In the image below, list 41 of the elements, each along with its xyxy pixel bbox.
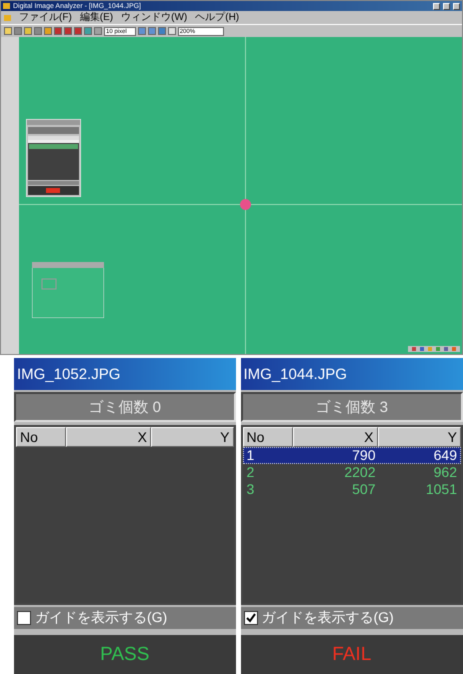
guide-label: ガイドを表示する(G) xyxy=(35,609,168,627)
menu-item[interactable]: ウィンドウ(W) xyxy=(121,12,188,24)
result-text: PASS xyxy=(100,644,150,666)
zoom-icon[interactable] xyxy=(168,27,176,35)
table-row[interactable]: 1 790 649 xyxy=(242,447,461,464)
table-cell-text: 1 xyxy=(246,448,256,463)
table-cell-text: 649 xyxy=(432,448,458,463)
count-label: ゴミ個数 3 xyxy=(240,392,463,422)
menu-item[interactable]: 編集(E) xyxy=(80,12,114,24)
table-cell-text: 2 xyxy=(246,465,256,480)
close-button[interactable] xyxy=(453,2,460,10)
column-header[interactable]: Y xyxy=(378,427,461,447)
tray-icons-drawing xyxy=(408,346,460,352)
table-cell-text: 2202 xyxy=(343,465,376,480)
table-cell-text: 790 xyxy=(351,448,376,463)
menu-item[interactable]: ヘルプ(H) xyxy=(195,12,240,24)
app-icon xyxy=(3,3,10,9)
column-header[interactable]: X xyxy=(292,427,378,447)
guide-label: ガイドを表示する(G) xyxy=(262,609,394,627)
guide-checkbox[interactable] xyxy=(17,611,31,625)
column-header[interactable]: Y xyxy=(151,427,234,447)
column-header[interactable]: No xyxy=(242,427,292,447)
column-header[interactable]: X xyxy=(66,427,151,447)
table-cell-text: 1051 xyxy=(424,482,458,497)
minimize-button[interactable] xyxy=(433,2,440,10)
column-header[interactable]: No xyxy=(16,427,66,447)
result-text: FAIL xyxy=(332,644,372,666)
guide-checkbox[interactable] xyxy=(244,611,258,625)
table-cell-text: 507 xyxy=(351,482,376,497)
mini-window-drawing xyxy=(32,262,104,318)
panel-title: IMG_1052.JPG xyxy=(14,358,236,390)
document-icon xyxy=(4,14,11,20)
table-cell-text: 3 xyxy=(246,482,256,497)
table-row[interactable]: 3 507 1051 xyxy=(242,481,461,498)
crosshair-marker xyxy=(240,199,251,210)
maximize-button[interactable] xyxy=(443,2,450,10)
menu-item[interactable]: ファイル(F) xyxy=(19,12,72,24)
table-row[interactable]: 2 2202 962 xyxy=(242,464,461,481)
panel-title: IMG_1044.JPG xyxy=(240,358,463,390)
table-cell-text: 962 xyxy=(432,465,458,480)
count-label: ゴミ個数 0 xyxy=(14,392,236,422)
